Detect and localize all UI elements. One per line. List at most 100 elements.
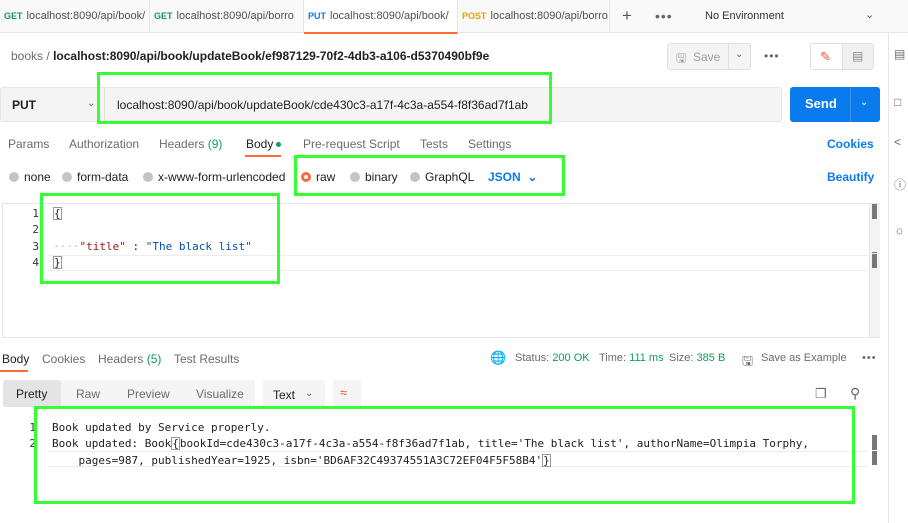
documentation-icon[interactable]: ▤	[894, 47, 905, 61]
edit-button[interactable]: ✎	[811, 44, 842, 69]
response-tab-test-results[interactable]: Test Results	[174, 352, 239, 366]
tab-label: Headers	[98, 352, 144, 366]
beautify-link[interactable]: Beautify	[827, 170, 874, 184]
request-tab[interactable]: GET localhost:8090/api/borro	[150, 0, 304, 33]
cookies-link[interactable]: Cookies	[827, 137, 874, 151]
request-tab-active[interactable]: PUT localhost:8090/api/book/	[304, 0, 458, 34]
response-size: Size: 385 B	[669, 352, 725, 364]
right-sidebar: ▤ □ < ⓘ ☼	[888, 33, 908, 523]
scroll-marker	[872, 435, 877, 450]
chevron-down-icon[interactable]: ⌄	[87, 98, 95, 109]
chevron-down-icon[interactable]: ⌄	[860, 97, 868, 108]
response-text: Book updated: Book	[52, 437, 172, 450]
tab-params[interactable]: Params	[8, 137, 49, 151]
code-line: {	[53, 207, 62, 220]
tab-more-icon[interactable]: •••	[655, 8, 673, 24]
tab-count: (9)	[207, 137, 223, 151]
url-bar: PUT ⌄ localhost:8090/api/book/updateBook…	[0, 87, 782, 122]
response-line-wrapped: pages=987, publishedYear=1925, isbn='BD6…	[52, 454, 551, 467]
radio-label: raw	[316, 170, 336, 184]
chevron-down-icon[interactable]: ⌄	[865, 8, 874, 21]
chevron-down-icon[interactable]: ⌄	[735, 49, 743, 60]
environment-select[interactable]: No Environment	[705, 10, 784, 22]
view-raw[interactable]: Raw	[76, 387, 100, 401]
scroll-marker	[872, 254, 877, 268]
scroll-thumb[interactable]	[872, 204, 877, 219]
breadcrumb: books / localhost:8090/api/book/updateBo…	[11, 49, 489, 63]
breadcrumb-separator: /	[46, 49, 50, 63]
request-tab[interactable]: POST localhost:8090/api/borro	[458, 0, 610, 33]
response-time: Time: 111 ms	[599, 352, 664, 364]
radio-dot	[350, 172, 360, 182]
line-number: 4	[32, 256, 39, 269]
copy-icon[interactable]: ❐	[815, 386, 827, 402]
body-format-select[interactable]: JSON ⌄	[488, 170, 537, 184]
wrap-lines-button[interactable]: ≈	[333, 380, 361, 407]
globe-icon[interactable]: 🌐	[490, 350, 506, 366]
radio-graphql[interactable]: GraphQL	[410, 170, 474, 184]
radio-raw[interactable]: raw	[301, 170, 335, 184]
tab-label: localhost:8090/api/borro	[176, 10, 294, 22]
response-format-select[interactable]: Text ⌄	[263, 380, 325, 407]
format-label: JSON	[488, 170, 521, 184]
brace-match: {	[53, 207, 62, 220]
more-options-icon[interactable]: •••	[764, 49, 780, 63]
divider	[728, 44, 729, 69]
breadcrumb-collection[interactable]: books	[11, 49, 43, 63]
size-value: 385 B	[696, 352, 726, 364]
search-icon[interactable]: ⚲	[850, 385, 860, 402]
lightbulb-icon[interactable]: ☼	[894, 223, 905, 237]
response-text: bookId=cde430c3-a17f-4c3a-a554-f8f36ad7f…	[179, 437, 809, 450]
response-tab-headers[interactable]: Headers (5)	[98, 352, 161, 366]
size-label: Size:	[669, 352, 694, 364]
tab-pre-request-script[interactable]: Pre-request Script	[303, 137, 400, 151]
response-line: Book updated by Service properly.	[52, 421, 271, 434]
tab-headers[interactable]: Headers (9)	[159, 137, 222, 151]
response-tab-body[interactable]: Body	[2, 352, 29, 366]
view-pretty[interactable]: Pretty	[16, 387, 47, 401]
tab-authorization[interactable]: Authorization	[69, 137, 139, 151]
view-visualize[interactable]: Visualize	[196, 387, 244, 401]
radio-dot-selected	[301, 172, 311, 182]
save-as-example-button[interactable]: Save as Example	[761, 352, 847, 364]
format-label: Text	[273, 388, 296, 402]
response-tab-cookies[interactable]: Cookies	[42, 352, 85, 366]
method-select[interactable]: PUT	[12, 98, 36, 112]
radio-dot	[410, 172, 420, 182]
tab-settings[interactable]: Settings	[468, 137, 511, 151]
tab-label: Pre-request Script	[303, 137, 400, 151]
editor-scrollbar[interactable]	[869, 204, 880, 337]
add-tab-icon[interactable]: +	[622, 6, 632, 26]
radio-form-data[interactable]: form-data	[62, 170, 128, 184]
response-body[interactable]: 1 2 Book updated by Service properly. Bo…	[0, 413, 880, 523]
request-body-editor[interactable]: 1 2 3 4 { ····"title" : "The black list"…	[2, 203, 880, 338]
radio-binary[interactable]: binary	[350, 170, 398, 184]
scroll-marker	[872, 451, 877, 465]
tab-body[interactable]: Body	[246, 137, 282, 151]
radio-label: x-www-form-urlencoded	[158, 170, 286, 184]
code-icon[interactable]: <	[894, 135, 901, 149]
comment-button[interactable]: ▤	[842, 44, 873, 69]
tab-label: Authorization	[69, 137, 140, 151]
tab-tests[interactable]: Tests	[420, 137, 448, 151]
save-label: Save	[693, 50, 721, 64]
request-tab[interactable]: GET localhost:8090/api/book/	[0, 0, 150, 33]
send-label: Send	[805, 96, 837, 111]
response-more-icon[interactable]: •••	[862, 352, 877, 364]
request-name[interactable]: localhost:8090/api/book/updateBook/ef987…	[53, 49, 489, 63]
scroll-marker	[872, 252, 877, 253]
url-input[interactable]: localhost:8090/api/book/updateBook/cde43…	[117, 98, 528, 112]
save-button[interactable]: 🖫 Save ⌄	[667, 43, 751, 70]
view-preview[interactable]: Preview	[127, 387, 170, 401]
radio-none[interactable]: none	[9, 170, 51, 184]
brace-match: }	[53, 256, 62, 269]
info-icon[interactable]: ⓘ	[894, 176, 906, 193]
radio-urlencoded[interactable]: x-www-form-urlencoded	[143, 170, 285, 184]
response-status: Status: 200 OK	[515, 352, 590, 364]
radio-dot	[9, 172, 19, 182]
radio-label: GraphQL	[425, 170, 475, 184]
tab-label: Tests	[420, 137, 449, 151]
comments-icon[interactable]: □	[894, 95, 901, 109]
active-tab-underline	[0, 370, 28, 372]
send-button[interactable]: Send ⌄	[790, 87, 880, 122]
